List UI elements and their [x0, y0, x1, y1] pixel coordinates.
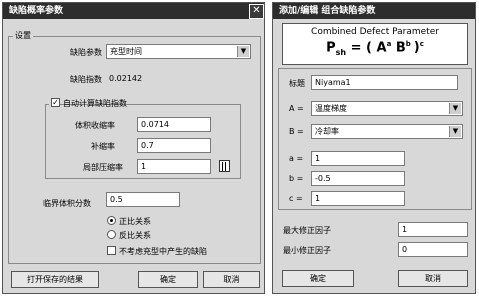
small-a-input[interactable]: 1: [311, 151, 405, 166]
volume-shrink-input[interactable]: 0.0714: [137, 117, 211, 132]
defect-index-label: 缺陷指数: [70, 75, 102, 84]
small-c-label: c =: [289, 194, 303, 203]
small-c-input[interactable]: 1: [311, 191, 405, 206]
feed-rate-input[interactable]: 0.7: [137, 138, 211, 153]
chevron-down-icon[interactable]: ▼: [449, 103, 461, 114]
formula-eq: = ( A: [346, 40, 387, 56]
ignore-fill-checkbox[interactable]: [107, 246, 116, 255]
left-dialog-titlebar: 缺陷概率参数: [3, 3, 264, 19]
name-input[interactable]: Niyama1: [311, 75, 458, 90]
left-close-button[interactable]: ✕: [249, 4, 264, 19]
settings-group-title: 设置: [13, 30, 33, 41]
critical-volume-input[interactable]: 0.5: [106, 192, 180, 207]
name-label: 标题: [289, 79, 305, 88]
right-dialog-title: 添加/编辑 组合缺陷参数: [279, 6, 376, 16]
defect-index-value: 0.02142: [109, 74, 143, 83]
radio-inverse[interactable]: [107, 230, 116, 239]
b-select-value: 冷却率: [315, 127, 339, 136]
combined-defect-dialog: 添加/编辑 组合缺陷参数 Combined Defect Parameter P…: [272, 2, 476, 294]
chevron-down-icon[interactable]: ▼: [237, 46, 249, 57]
left-dialog-title: 缺陷概率参数: [9, 6, 64, 16]
local-compress-input[interactable]: 1: [137, 159, 211, 174]
auto-calc-label: 自动计算缺陷指数: [63, 99, 127, 108]
local-compress-label: 局部压缩率: [83, 163, 123, 172]
critical-volume-label: 临界体积分数: [43, 199, 91, 208]
grid-icon[interactable]: [219, 160, 230, 172]
feed-rate-label: 补缩率: [91, 142, 115, 151]
small-b-label: b =: [289, 174, 304, 183]
min-factor-input[interactable]: 0: [398, 242, 468, 257]
left-ok-button[interactable]: 确定: [138, 271, 198, 288]
defect-param-label: 缺陷参数: [70, 48, 102, 57]
formula-panel: Combined Defect Parameter Psh = ( Aa Bb)…: [282, 23, 468, 65]
right-dialog-titlebar: 添加/编辑 组合缺陷参数: [273, 3, 475, 19]
min-factor-label: 最小修正因子: [283, 246, 331, 255]
radio-direct-label: 正比关系: [119, 217, 151, 226]
defect-probability-dialog: 缺陷概率参数 ✕ 设置 缺陷参数 充型时间 ▼ 缺陷指数 0.02142 ✓ 自…: [2, 2, 265, 294]
chevron-down-icon[interactable]: ▼: [449, 126, 461, 137]
radio-inverse-label: 反比关系: [119, 231, 151, 240]
small-a-label: a =: [289, 154, 304, 163]
defect-param-value: 充型时间: [110, 47, 142, 56]
formula-lhs: P: [326, 40, 336, 56]
ignore-fill-label: 不考虑充型中产生的缺陷: [119, 247, 207, 256]
a-label: A =: [289, 104, 304, 113]
right-cancel-button[interactable]: 取消: [398, 270, 468, 287]
formula-c-sup: c: [419, 40, 424, 48]
left-cancel-button[interactable]: 取消: [203, 271, 260, 288]
right-ok-button[interactable]: 确定: [282, 270, 354, 287]
formula-lhs-sub: sh: [335, 47, 347, 57]
auto-calc-checkbox-row[interactable]: ✓ 自动计算缺陷指数: [49, 97, 127, 109]
max-factor-input[interactable]: 1: [398, 222, 468, 237]
volume-shrink-label: 体积收缩率: [75, 121, 115, 130]
a-select[interactable]: 温度梯度 ▼: [311, 101, 463, 116]
formula-b-sup: b: [405, 40, 411, 48]
auto-calc-checkbox[interactable]: ✓: [51, 98, 60, 107]
a-select-value: 温度梯度: [315, 104, 347, 113]
max-factor-label: 最大修正因子: [283, 226, 331, 235]
b-select[interactable]: 冷却率 ▼: [311, 124, 463, 139]
defect-param-select[interactable]: 充型时间 ▼: [106, 44, 251, 59]
radio-direct[interactable]: [107, 216, 116, 225]
open-saved-results-button[interactable]: 打开保存的结果: [11, 271, 99, 288]
small-b-input[interactable]: -0.5: [311, 171, 405, 186]
formula-title: Combined Defect Parameter: [311, 27, 439, 37]
formula-expression: Psh = ( Aa Bb)c: [283, 40, 467, 57]
b-label: B =: [289, 127, 304, 136]
formula-b: B: [391, 40, 406, 56]
